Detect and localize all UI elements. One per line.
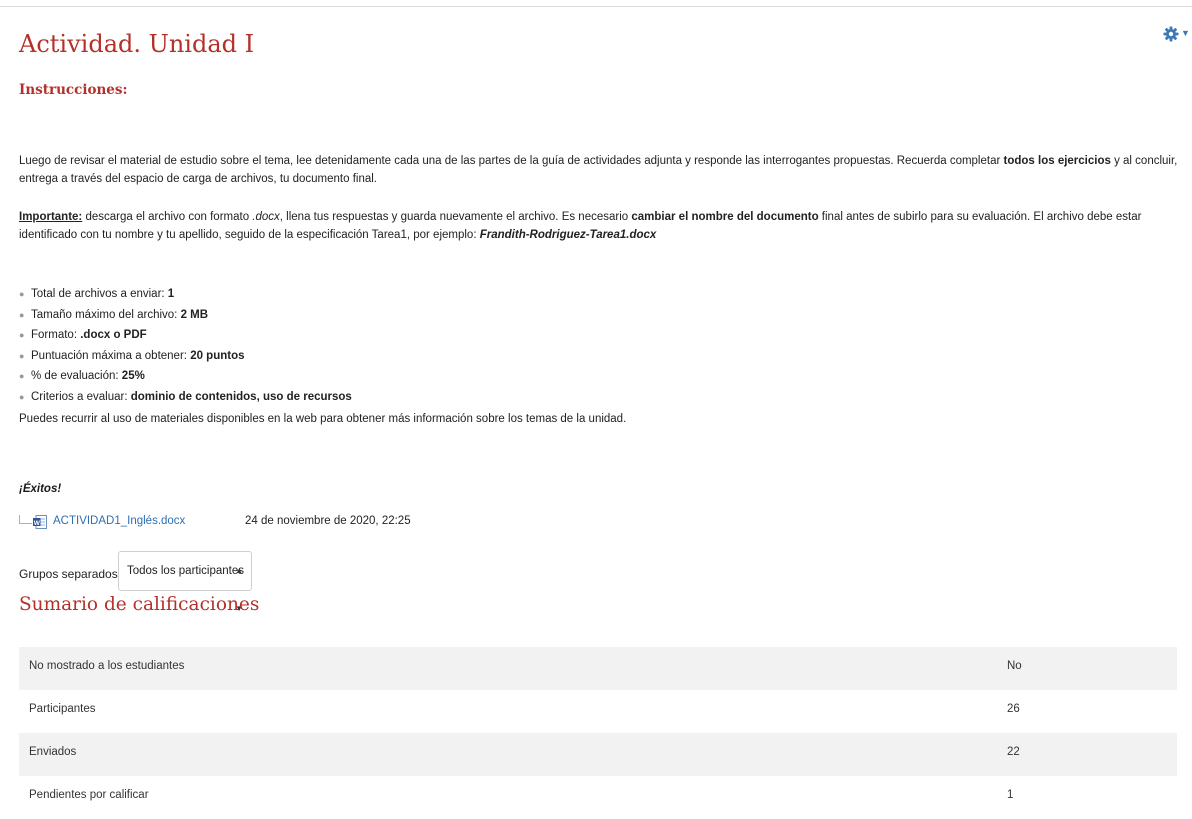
- summary-title: Sumario de calificaciones: [19, 594, 260, 615]
- requirement-label: % de evaluación:: [31, 370, 122, 382]
- list-item: ● Tamaño máximo del archivo: 2 MB: [19, 305, 352, 326]
- tree-connector: [19, 515, 32, 524]
- grading-summary-table: No mostrado a los estudiantes No Partici…: [19, 647, 1177, 819]
- bullet-icon: ●: [19, 309, 25, 320]
- requirement-value: 2 MB: [180, 308, 209, 321]
- requirement-label: Puntuación máxima a obtener:: [31, 349, 191, 362]
- important-bold-text: cambiar el nombre del documento: [631, 211, 819, 223]
- requirements-list: ● Total de archivos a enviar: 1 ● Tamaño m…: [19, 284, 352, 407]
- requirement-value: 25%: [121, 370, 145, 382]
- row-label: No mostrado a los estudiantes: [29, 660, 185, 672]
- bullet-icon: ●: [19, 289, 25, 299]
- requirement-label: Criterios a evaluar:: [31, 390, 131, 403]
- row-label: Enviados: [29, 746, 77, 758]
- table-row: Pendientes por calificar 1: [19, 776, 1177, 819]
- chevron-down-icon: ▼: [1181, 28, 1190, 38]
- bullet-icon: ●: [19, 350, 25, 361]
- intro-text-1: Luego de revisar el material de estudio …: [19, 155, 1004, 167]
- attachment-link[interactable]: ACTIVIDAD1_Inglés.docx: [53, 515, 185, 527]
- intro-paragraph: Luego de revisar el material de estudio …: [19, 152, 1179, 188]
- list-item: ● Total de archivos a enviar: 1: [19, 284, 352, 305]
- list-item: ● Formato: .docx o PDF: [19, 325, 352, 346]
- closing-paragraph: Puedes recurrir al uso de materiales dis…: [19, 413, 627, 425]
- row-label: Participantes: [29, 703, 96, 715]
- requirement-value: 1: [167, 288, 175, 300]
- list-item: ● % de evaluación: 25%: [19, 366, 352, 387]
- groups-selected-value: Todos los participantes: [127, 565, 244, 577]
- svg-text:W: W: [34, 520, 41, 527]
- important-text-2: , llena tus respuestas y guarda nuevamen…: [279, 211, 632, 223]
- word-document-icon: W: [33, 515, 47, 529]
- requirement-label: Formato:: [31, 329, 81, 341]
- important-label: Importante:: [19, 211, 83, 223]
- requirement-value: dominio de contenidos, uso de recursos: [130, 390, 352, 403]
- row-value: 1: [1007, 789, 1014, 801]
- attachment-date: 24 de noviembre de 2020, 22:25: [245, 515, 411, 527]
- important-paragraph: Importante: descarga el archivo con form…: [19, 208, 1179, 244]
- row-value: 26: [1007, 703, 1020, 715]
- list-item: ● Criterios a evaluar: dominio de conteni…: [19, 387, 352, 408]
- instructions-heading: Instrucciones:: [19, 82, 128, 98]
- important-text-1: descarga el archivo con formato: [82, 211, 253, 223]
- bullet-icon: ●: [19, 391, 25, 402]
- requirement-label: Total de archivos a enviar:: [31, 288, 168, 300]
- groups-label: Grupos separados: [19, 567, 118, 581]
- requirement-label: Tamaño máximo del archivo:: [31, 308, 181, 321]
- table-row: Participantes 26: [19, 690, 1177, 733]
- table-row: No mostrado a los estudiantes No: [19, 647, 1177, 690]
- important-example-filename: Frandith-Rodriguez-Tarea1.docx: [479, 229, 657, 241]
- intro-bold-text: todos los ejercicios: [1003, 155, 1111, 167]
- bullet-icon: ●: [19, 330, 25, 340]
- row-label: Pendientes por calificar: [29, 789, 149, 801]
- bullet-icon: ●: [19, 371, 25, 381]
- table-row: Enviados 22: [19, 733, 1177, 776]
- row-value: 22: [1007, 746, 1020, 758]
- page-title: Actividad. Unidad I: [19, 30, 255, 58]
- top-divider: [0, 6, 1192, 7]
- sort-arrows-icon: ▲ ▼: [235, 566, 243, 613]
- gear-icon: [1163, 26, 1179, 42]
- list-item: ● Puntuación máxima a obtener: 20 puntos: [19, 346, 352, 367]
- row-value: No: [1007, 660, 1022, 672]
- important-extension: .docx: [252, 211, 280, 223]
- exitos-text: ¡Éxitos!: [19, 483, 62, 495]
- requirement-value: .docx o PDF: [80, 329, 147, 341]
- requirement-value: 20 puntos: [190, 349, 245, 362]
- groups-select[interactable]: Todos los participantes ▲ ▼: [118, 551, 252, 613]
- settings-menu[interactable]: ▼: [1163, 26, 1190, 42]
